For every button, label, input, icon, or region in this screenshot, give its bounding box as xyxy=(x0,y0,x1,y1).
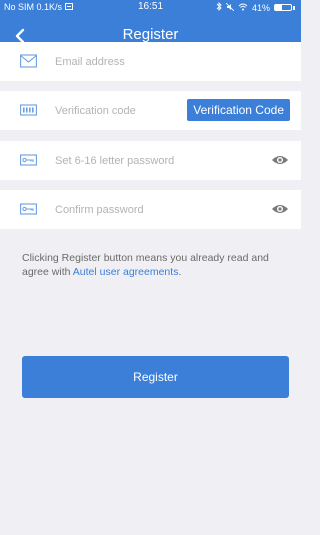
battery-icon xyxy=(274,4,292,11)
battery-tip xyxy=(293,5,295,10)
keypad-icon xyxy=(20,104,37,116)
get-verification-code-button[interactable]: Verification Code xyxy=(187,99,290,121)
password-input[interactable] xyxy=(55,141,255,180)
user-agreement-link[interactable]: Autel user agreements xyxy=(73,266,179,278)
mute-icon xyxy=(225,2,235,13)
agreement-suffix: . xyxy=(178,266,182,278)
status-bar: No SIM 0.1K/s 16:51 41% xyxy=(0,0,301,15)
eye-icon[interactable] xyxy=(271,202,289,216)
key-icon xyxy=(20,203,37,215)
status-icons: 41% xyxy=(216,1,295,13)
battery-percent: 41% xyxy=(251,2,270,13)
password-row xyxy=(0,141,301,180)
envelope-icon xyxy=(20,54,37,68)
agreement-text: Clicking Register button means you alrea… xyxy=(22,251,297,279)
page-title: Register xyxy=(122,26,179,43)
bluetooth-icon xyxy=(216,1,222,13)
verification-code-row: Verification Code xyxy=(0,91,301,130)
email-input[interactable] xyxy=(55,42,285,81)
eye-icon[interactable] xyxy=(271,153,289,167)
confirm-password-input[interactable] xyxy=(55,190,255,229)
email-row xyxy=(0,42,301,81)
battery-fill xyxy=(275,5,282,10)
key-icon xyxy=(20,154,37,166)
verification-code-input[interactable] xyxy=(55,91,165,130)
confirm-password-row xyxy=(0,190,301,229)
register-button[interactable]: Register xyxy=(22,356,289,398)
wifi-icon xyxy=(238,3,248,13)
